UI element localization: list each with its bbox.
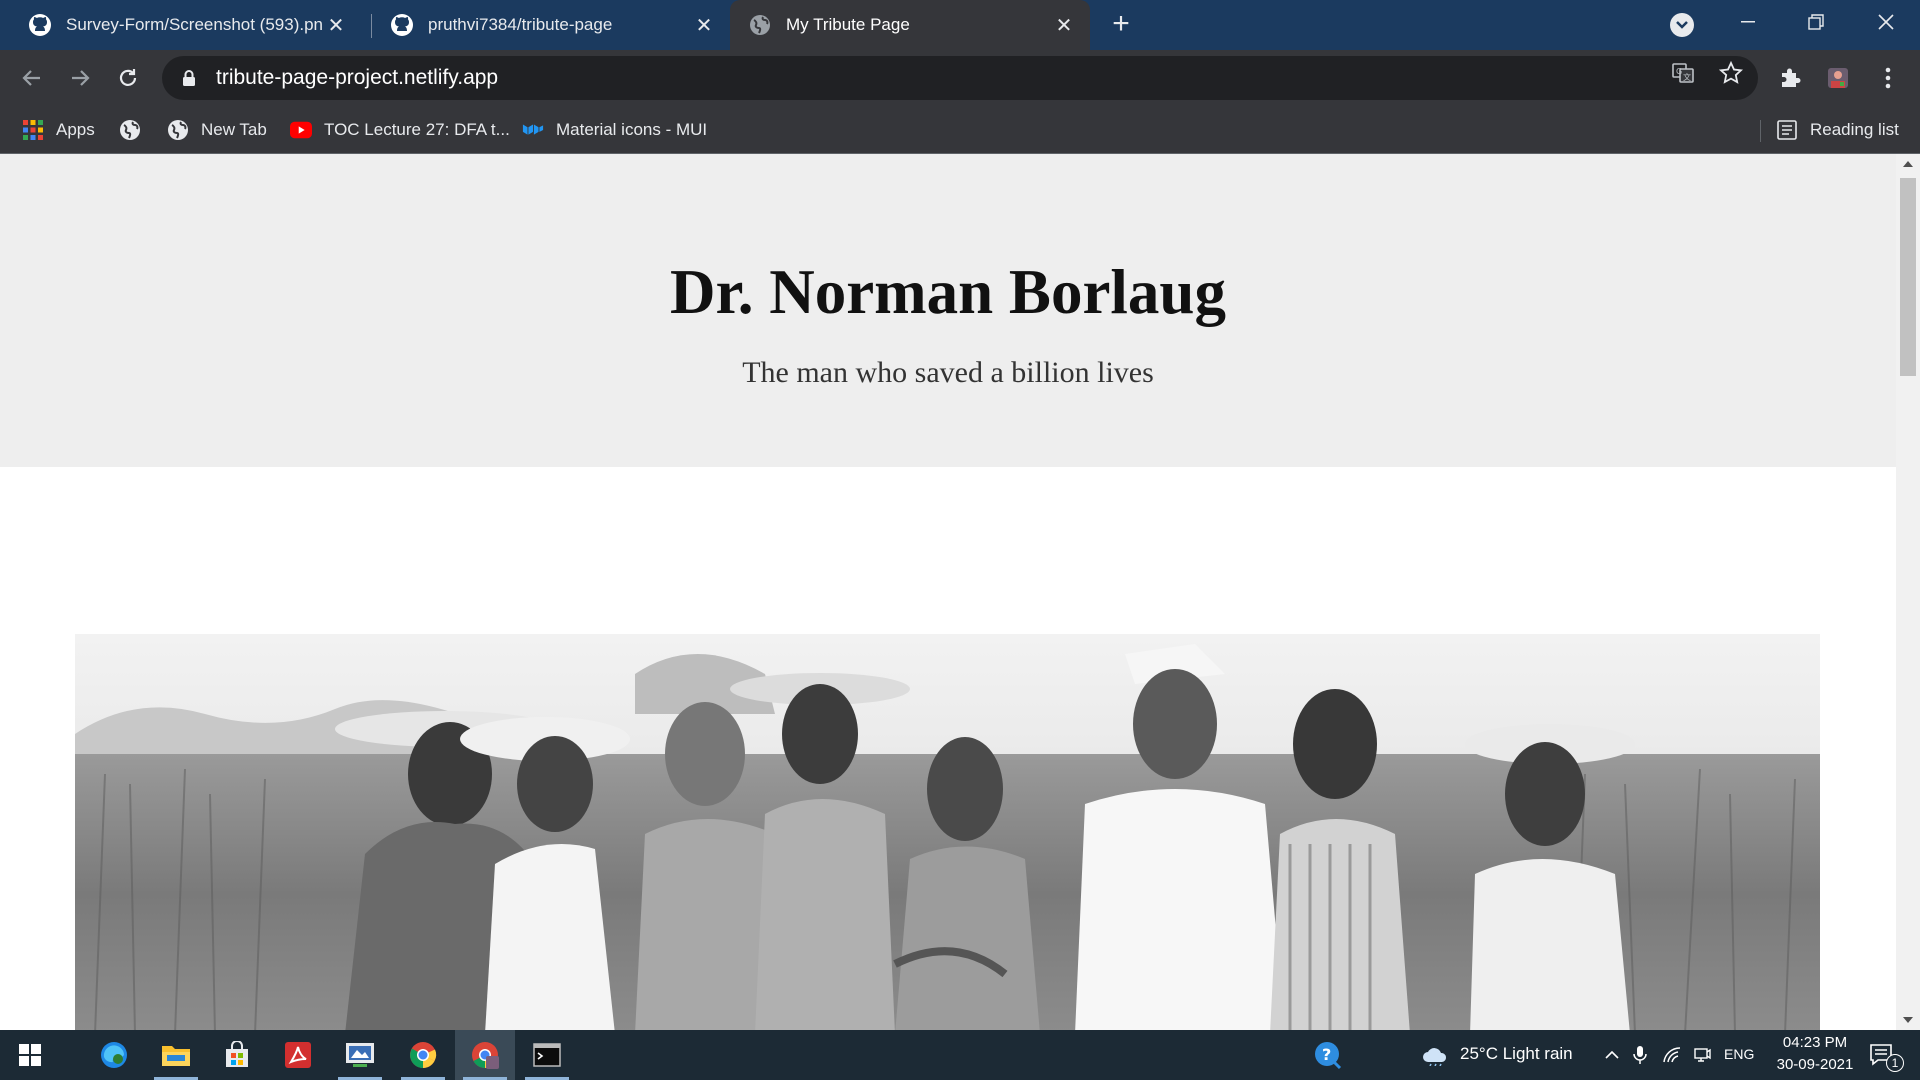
windows-taskbar: ? 25°C Light rain ENG 04:23 PM 30-09-202… (0, 1030, 1920, 1080)
page-title: Dr. Norman Borlaug (670, 257, 1226, 327)
page-scrollbar[interactable] (1896, 154, 1920, 1030)
youtube-icon (290, 119, 312, 141)
clock-time[interactable]: 04:23 PM (1775, 1034, 1855, 1051)
scroll-up-arrow-icon[interactable] (1896, 154, 1920, 174)
tab-search-icon[interactable] (1670, 13, 1694, 37)
bookmark-apps[interactable]: Apps (22, 116, 95, 144)
new-tab-button[interactable]: + (1106, 9, 1136, 40)
apps-grid-icon (22, 119, 44, 141)
network-icon[interactable] (1660, 1043, 1684, 1067)
bookmark-material-icons[interactable]: Material icons - MUI (522, 116, 707, 144)
back-button[interactable] (16, 62, 48, 94)
help-icon[interactable]: ? (1314, 1040, 1344, 1070)
tab-tribute-repo[interactable]: pruthvi7384/tribute-page ✕ (362, 0, 730, 50)
page-header: Dr. Norman Borlaug The man who saved a b… (0, 154, 1896, 467)
page-viewport: Dr. Norman Borlaug The man who saved a b… (0, 154, 1896, 1030)
start-button[interactable] (0, 1030, 60, 1080)
globe-icon (748, 13, 772, 37)
extensions-icon[interactable] (1774, 62, 1806, 94)
acrobat-icon[interactable] (268, 1030, 328, 1080)
terminal-icon[interactable] (517, 1030, 577, 1080)
tab-title: My Tribute Page (786, 15, 910, 34)
page-subtitle: The man who saved a billion lives (742, 356, 1154, 389)
mui-icon (522, 119, 544, 141)
github-icon (28, 13, 52, 37)
translate-icon[interactable]: G文 (1670, 60, 1696, 86)
tab-strip: Survey-Form/Screenshot (593).png ✕ pruth… (0, 0, 1920, 50)
tab-survey-form[interactable]: Survey-Form/Screenshot (593).png ✕ (0, 0, 362, 50)
chevron-up-icon[interactable] (1600, 1043, 1624, 1067)
browser-toolbar: tribute-page-project.netlify.app G文 (0, 50, 1920, 106)
close-tab-icon[interactable]: ✕ (690, 11, 718, 39)
url-text[interactable]: tribute-page-project.netlify.app (216, 66, 498, 90)
tab-title: pruthvi7384/tribute-page (428, 15, 613, 34)
chrome-icon[interactable] (393, 1030, 453, 1080)
tribute-photo (75, 634, 1820, 1030)
bookmark-globe[interactable] (119, 116, 153, 144)
reload-button[interactable] (112, 62, 144, 94)
notification-count-badge: 1 (1886, 1054, 1904, 1072)
globe-icon (167, 119, 189, 141)
display-icon[interactable] (1690, 1043, 1714, 1067)
bookmark-toc-lecture[interactable]: TOC Lecture 27: DFA t... (290, 116, 510, 144)
lock-icon[interactable] (182, 69, 202, 87)
scrollbar-thumb[interactable] (1900, 178, 1916, 376)
microphone-icon[interactable] (1628, 1043, 1652, 1067)
address-bar[interactable]: tribute-page-project.netlify.app (162, 56, 1758, 100)
clock-date[interactable]: 30-09-2021 (1769, 1056, 1861, 1073)
tab-my-tribute-page[interactable]: My Tribute Page ✕ (730, 0, 1090, 50)
reading-list-label: Reading list (1810, 120, 1899, 139)
snipping-tool-icon[interactable] (330, 1030, 390, 1080)
weather-cloud-icon[interactable] (1420, 1043, 1450, 1067)
bookmarks-separator (1760, 120, 1761, 142)
forward-button[interactable] (64, 62, 96, 94)
file-explorer-icon[interactable] (146, 1030, 206, 1080)
minimize-icon[interactable] (1720, 0, 1776, 44)
globe-icon (119, 119, 141, 141)
bookmark-label: Material icons - MUI (556, 120, 708, 139)
svg-text:文: 文 (1683, 72, 1691, 82)
language-indicator[interactable]: ENG (1724, 1046, 1754, 1062)
bookmark-star-icon[interactable] (1718, 60, 1744, 86)
bookmark-label: New Tab (201, 120, 267, 139)
close-tab-icon[interactable]: ✕ (1050, 11, 1078, 39)
bookmark-label: Apps (56, 120, 95, 139)
bookmarks-bar: Apps New Tab TOC Lecture 27: DFA t... Ma… (0, 106, 1920, 154)
scroll-down-arrow-icon[interactable] (1896, 1010, 1920, 1030)
restore-icon[interactable] (1788, 0, 1844, 44)
microsoft-store-icon[interactable] (207, 1030, 267, 1080)
weather-text[interactable]: 25°C Light rain (1460, 1044, 1573, 1064)
bookmark-label: TOC Lecture 27: DFA t... (324, 120, 510, 139)
chrome-profile-icon[interactable] (455, 1030, 515, 1080)
bookmark-new-tab[interactable]: New Tab (167, 116, 267, 144)
profile-avatar[interactable] (1822, 62, 1854, 94)
tab-title: Survey-Form/Screenshot (593).png (66, 15, 322, 34)
close-window-icon[interactable] (1858, 0, 1914, 44)
close-tab-icon[interactable]: ✕ (322, 11, 350, 39)
github-icon (390, 13, 414, 37)
reading-list-icon (1776, 119, 1798, 141)
reading-list-button[interactable]: Reading list (1776, 116, 1899, 144)
svg-text:G: G (1676, 67, 1682, 76)
svg-text:?: ? (1322, 1045, 1331, 1064)
menu-icon[interactable] (1872, 62, 1904, 94)
edge-icon[interactable] (84, 1030, 144, 1080)
